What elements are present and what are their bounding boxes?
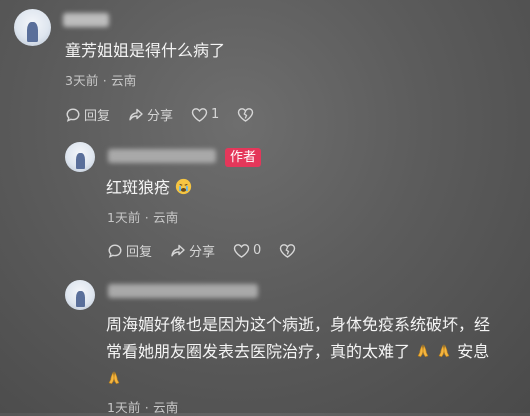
share-icon	[129, 108, 143, 120]
comment-meta: 1天前 · 云南	[107, 400, 179, 415]
like-count: 1	[211, 107, 220, 122]
share-button[interactable]: 分享	[128, 105, 173, 124]
share-icon	[171, 244, 185, 256]
comment-text-content: 红斑狼疮	[106, 178, 171, 197]
reply-button[interactable]: 回复	[107, 241, 152, 260]
avatar[interactable]	[65, 280, 95, 310]
avatar[interactable]	[65, 142, 95, 172]
comment-icon	[108, 243, 122, 258]
comment-line-2-tail: 安息	[457, 342, 490, 361]
comment-line-2: 常看她朋友圈发表去医院治疗，真的太难了 安息	[106, 338, 520, 365]
comment-text: 童芳姐姐是得什么病了	[65, 41, 226, 60]
broken-heart-icon	[280, 243, 296, 258]
comment-meta: 1天前 · 云南	[107, 210, 179, 225]
comment-text: 周海媚好像也是因为这个病逝，身体免疫系统破坏，经 常看她朋友圈发表去医院治疗，真…	[106, 311, 520, 392]
comment-line-3	[106, 365, 520, 392]
comment-icon	[66, 107, 80, 122]
comment-actions: 回复 分享 0	[107, 241, 317, 260]
avatar[interactable]	[14, 9, 51, 46]
comment-line-2-text: 常看她朋友圈发表去医院治疗，真的太难了	[106, 342, 411, 361]
dislike-button[interactable]	[237, 107, 257, 123]
like-count: 0	[253, 243, 262, 258]
heart-icon	[191, 107, 208, 122]
comment-actions: 回复 分享 1	[65, 105, 275, 124]
reply-button[interactable]: 回复	[65, 105, 110, 124]
like-button[interactable]: 1	[191, 107, 219, 123]
pray-emoji-icon	[108, 371, 120, 384]
comment-meta: 3天前 · 云南	[65, 73, 137, 88]
pray-emoji-icon	[438, 344, 450, 357]
share-button[interactable]: 分享	[170, 241, 215, 260]
dislike-button[interactable]	[279, 243, 299, 259]
like-button[interactable]: 0	[233, 243, 261, 259]
username-blurred[interactable]	[108, 284, 258, 298]
pray-emoji-icon	[417, 344, 429, 357]
username-blurred[interactable]	[63, 13, 109, 27]
heart-icon	[233, 243, 250, 258]
comment-line-1: 周海媚好像也是因为这个病逝，身体免疫系统破坏，经	[106, 315, 491, 334]
crying-emoji-icon	[175, 178, 192, 195]
author-badge: 作者	[225, 148, 262, 167]
broken-heart-icon	[238, 107, 254, 122]
reply-label: 回复	[84, 109, 111, 124]
share-label: 分享	[189, 245, 216, 260]
share-label: 分享	[147, 109, 174, 124]
comment-text: 红斑狼疮	[106, 174, 192, 201]
username-blurred[interactable]	[108, 149, 216, 163]
reply-label: 回复	[126, 245, 153, 260]
